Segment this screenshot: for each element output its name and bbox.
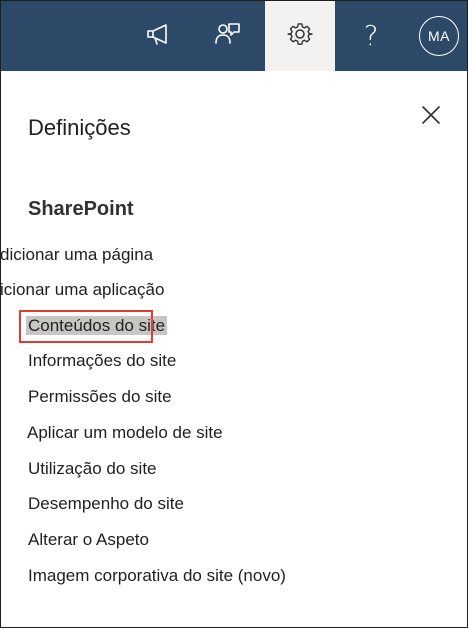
menu-item-label: Conteúdos do site bbox=[26, 316, 168, 335]
menu-item-site-permissions[interactable]: Permissões do site bbox=[28, 386, 172, 408]
menu-item-label: Aplicar um modelo de site bbox=[27, 423, 223, 442]
section-title: SharePoint bbox=[28, 198, 134, 220]
menu-item-label: dicionar uma página bbox=[0, 245, 154, 264]
panel-title: Definições bbox=[28, 115, 131, 140]
menu-item-add-page[interactable]: dicionar uma página bbox=[0, 244, 154, 266]
feedback-icon bbox=[213, 19, 243, 54]
account-button[interactable]: MA bbox=[411, 1, 467, 71]
menu-item-label: Imagem corporativa do site (novo) bbox=[28, 566, 286, 585]
menu-item-label: Desempenho do site bbox=[28, 494, 184, 513]
menu-item-label: icionar uma aplicação bbox=[0, 280, 165, 299]
gear-icon bbox=[287, 21, 313, 52]
menu-item-add-app[interactable]: icionar uma aplicação bbox=[0, 279, 165, 301]
menu-item-site-contents[interactable]: Conteúdos do site bbox=[26, 315, 168, 337]
announcements-button[interactable] bbox=[129, 1, 189, 71]
menu-item-change-look[interactable]: Alterar o Aspeto bbox=[28, 529, 149, 551]
settings-window: ? MA Definições SharePoint dicionar uma … bbox=[0, 0, 468, 628]
suite-header-bar: ? MA bbox=[1, 1, 467, 71]
megaphone-icon bbox=[144, 19, 174, 54]
settings-panel: Definições SharePoint dicionar uma págin… bbox=[0, 71, 467, 627]
close-button[interactable] bbox=[417, 103, 445, 131]
menu-item-site-information[interactable]: Informações do site bbox=[28, 350, 176, 372]
help-icon: ? bbox=[363, 19, 379, 52]
menu-item-apply-site-template[interactable]: Aplicar um modelo de site bbox=[27, 422, 223, 444]
menu-item-site-branding[interactable]: Imagem corporativa do site (novo) bbox=[28, 565, 286, 587]
settings-button[interactable] bbox=[265, 1, 335, 71]
menu-item-label: Permissões do site bbox=[28, 387, 172, 406]
avatar: MA bbox=[419, 16, 459, 56]
feedback-button[interactable] bbox=[198, 1, 258, 71]
menu-item-label: Informações do site bbox=[28, 351, 177, 370]
help-button[interactable]: ? bbox=[341, 1, 401, 71]
menu-item-site-performance[interactable]: Desempenho do site bbox=[28, 493, 184, 515]
close-icon bbox=[421, 105, 441, 130]
menu-item-label: Utilização do site bbox=[28, 459, 157, 478]
menu-item-label: Alterar o Aspeto bbox=[28, 530, 149, 549]
menu-item-site-usage[interactable]: Utilização do site bbox=[28, 458, 157, 480]
